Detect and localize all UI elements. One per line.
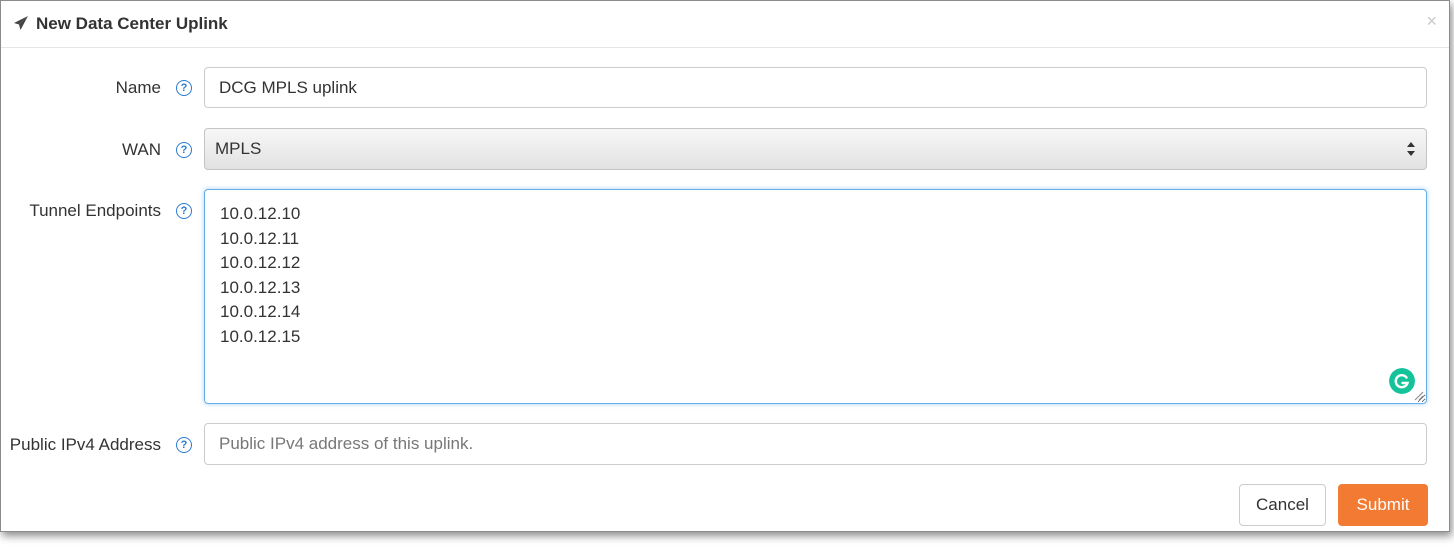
textarea-line: 10.0.12.12 <box>220 253 301 272</box>
textarea-line: 10.0.12.15 <box>220 326 301 346</box>
textarea-line: 10.0.12.13 <box>220 277 301 297</box>
paper-plane-icon <box>14 16 28 30</box>
question-circle-icon[interactable]: ? <box>176 203 192 219</box>
tunnel-endpoints-textarea[interactable]: 10.0.12.10 10.0.12.11 10.0.12.12 10.0.12… <box>204 189 1427 404</box>
public-ipv4-input[interactable]: Public IPv4 address of this uplink. <box>204 423 1427 465</box>
question-circle-icon[interactable]: ? <box>176 80 192 96</box>
name-label: Name <box>115 78 161 97</box>
textarea-line: 10.0.12.10 <box>220 204 301 223</box>
tunnel-endpoints-label: Tunnel Endpoints <box>29 201 161 220</box>
textarea-line: 10.0.12.11 <box>220 228 300 248</box>
new-data-center-uplink-dialog: New Data Center Uplink × Name ? DCG MPLS… <box>0 0 1450 532</box>
submit-button[interactable]: Submit <box>1338 484 1428 526</box>
dialog-header: New Data Center Uplink × <box>1 1 1449 48</box>
question-circle-icon[interactable]: ? <box>176 437 192 453</box>
textarea-line: 10.0.12.14 <box>220 302 301 321</box>
name-input[interactable]: DCG MPLS uplink <box>204 67 1427 108</box>
wan-select[interactable]: MPLS <box>204 128 1427 170</box>
public-ipv4-label: Public IPv4 Address <box>9 435 161 454</box>
dialog-title: New Data Center Uplink <box>36 14 228 33</box>
question-circle-icon[interactable]: ? <box>176 142 192 158</box>
cancel-button[interactable]: Cancel <box>1239 484 1326 526</box>
resize-handle-icon[interactable] <box>1414 391 1424 401</box>
wan-selected-value: MPLS <box>215 139 262 158</box>
select-arrows-icon <box>1407 142 1415 156</box>
grammarly-icon[interactable] <box>1389 368 1415 394</box>
close-icon[interactable]: × <box>1426 11 1437 32</box>
wan-label: WAN <box>121 140 161 159</box>
